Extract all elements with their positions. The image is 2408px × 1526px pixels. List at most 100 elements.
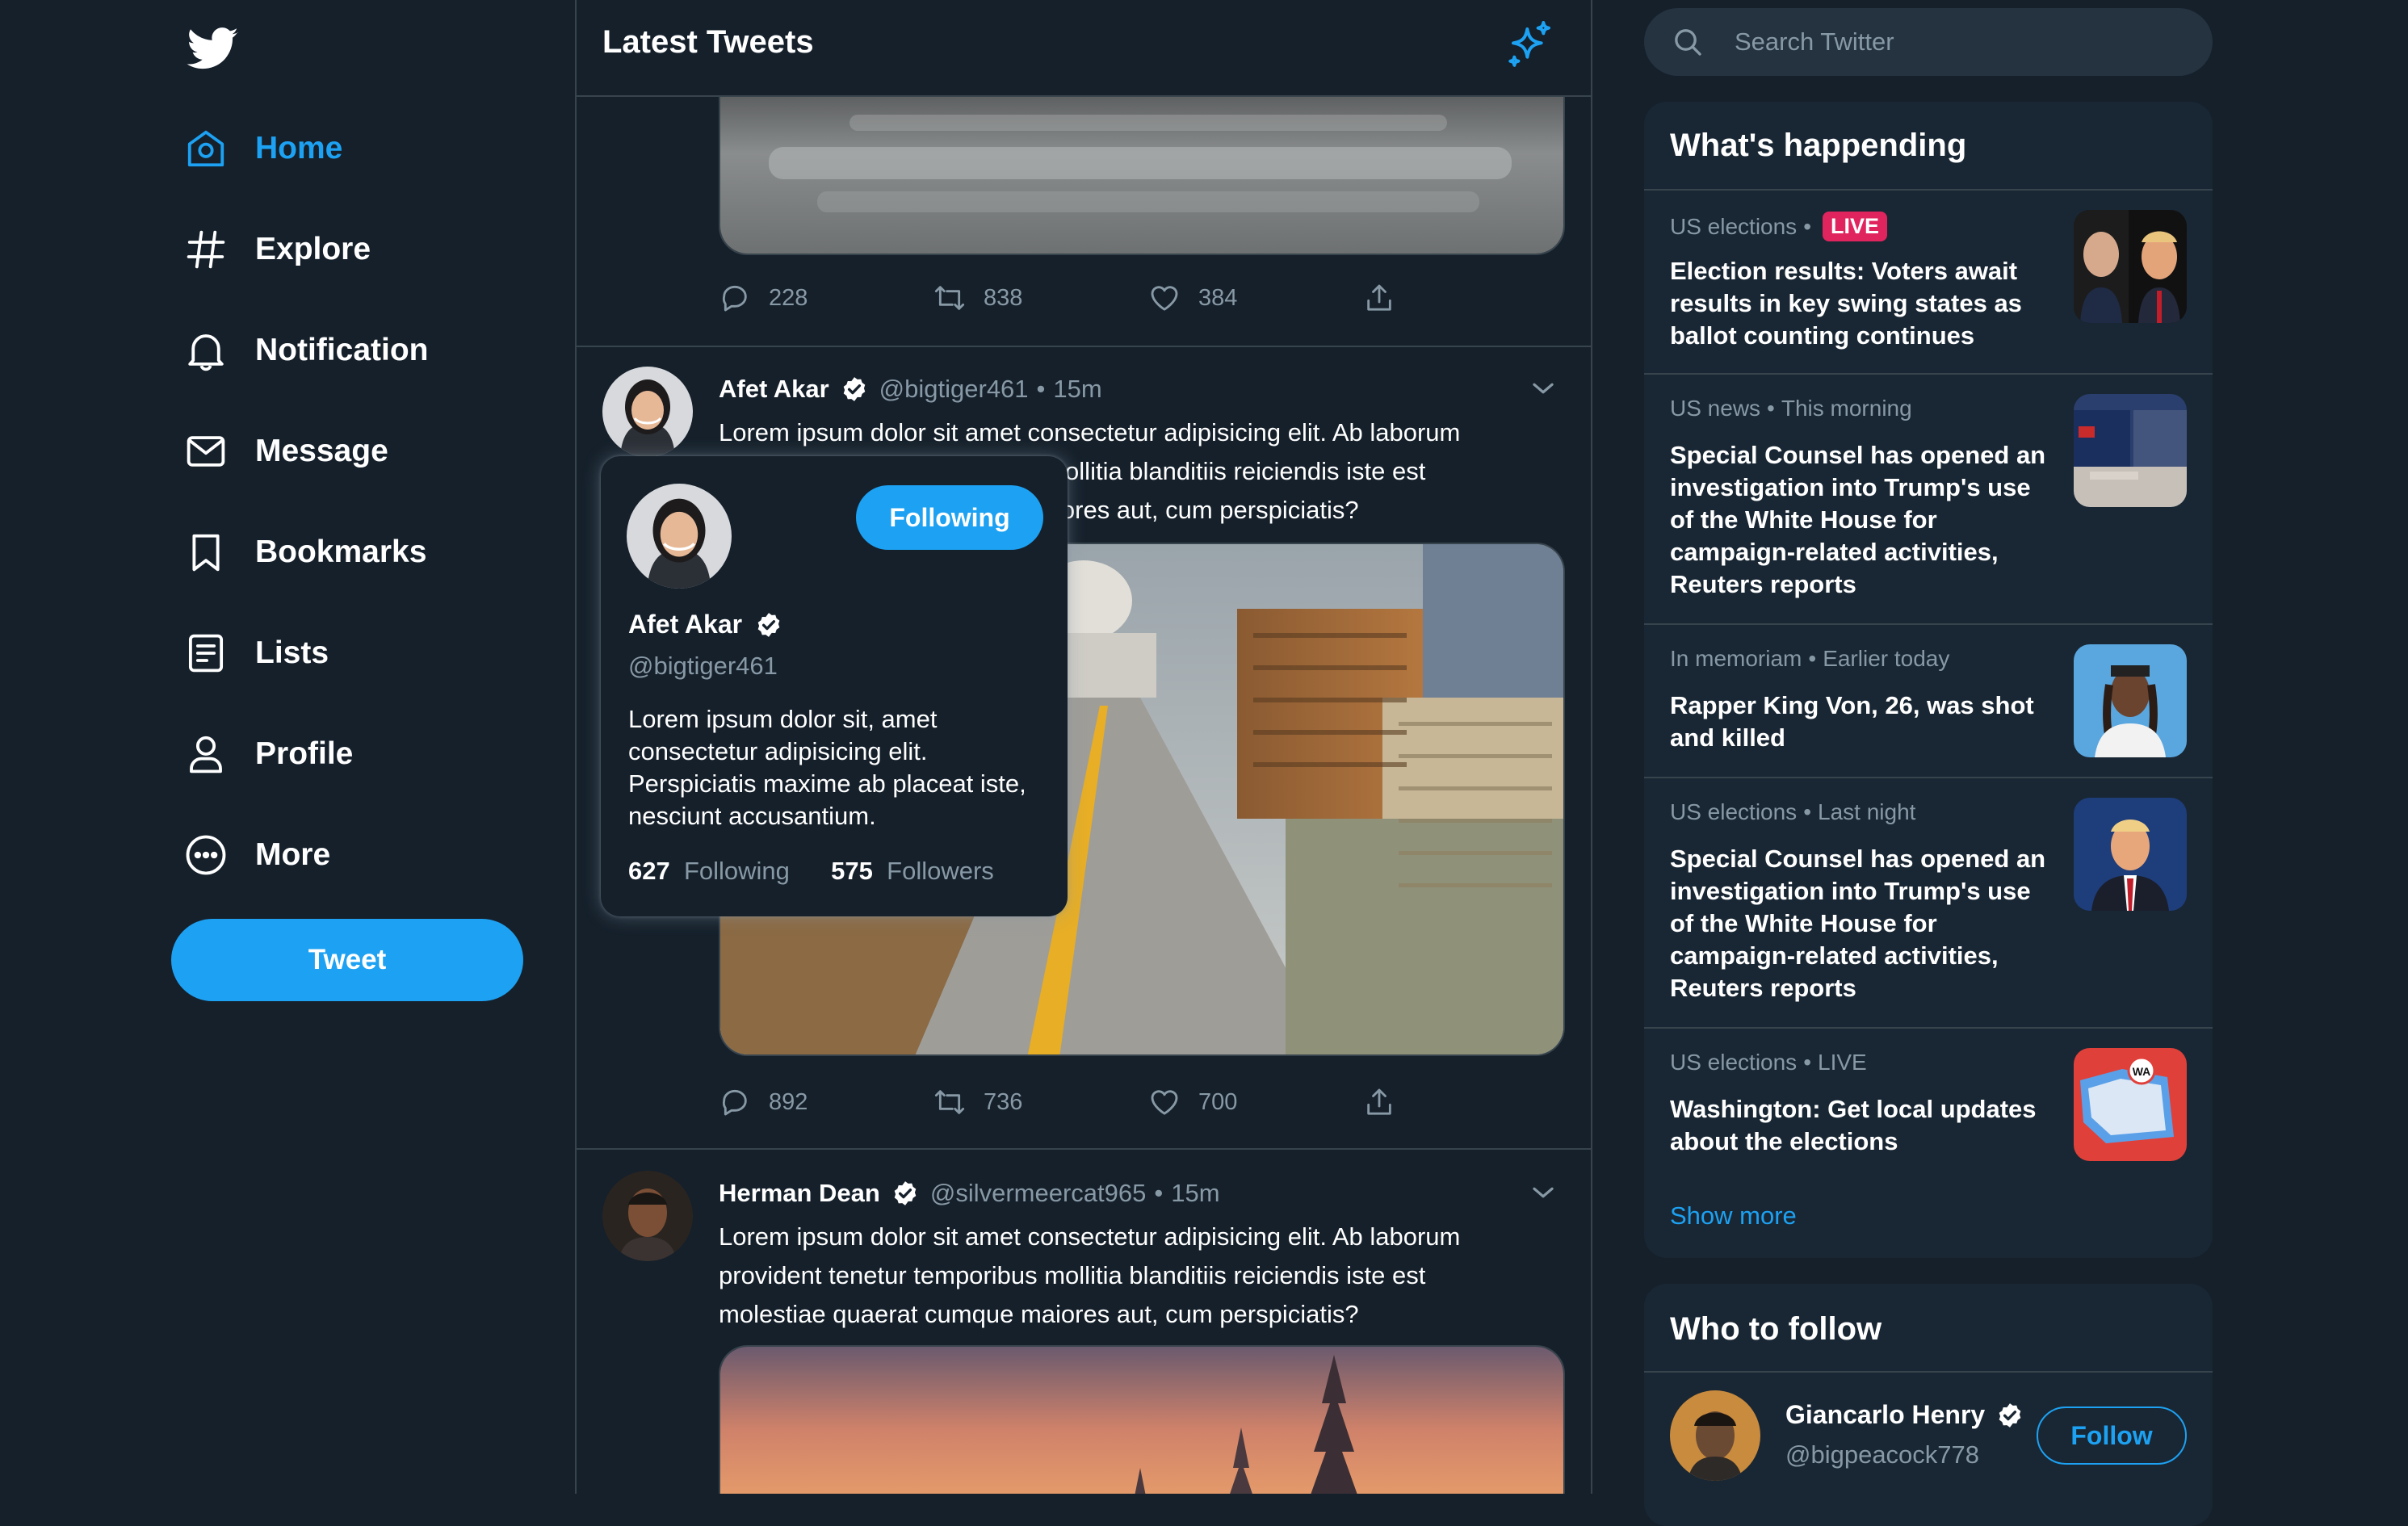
retweet-button[interactable]: 838 (933, 278, 1022, 318)
hover-card-handle[interactable]: @bigtiger461 (628, 652, 778, 681)
trend-item[interactable]: In memoriam • Earlier today Rapper King … (1644, 623, 2213, 777)
like-count: 384 (1198, 284, 1238, 311)
trend-category: US news (1670, 396, 1761, 421)
search-input[interactable] (1733, 27, 2185, 57)
trend-meta: US elections • LIVE (1670, 212, 1888, 241)
heart-icon (1148, 282, 1181, 314)
avatar[interactable] (602, 1171, 693, 1261)
nav-profile-label: Profile (255, 736, 354, 771)
live-badge: LIVE (1823, 212, 1888, 241)
trend-thumbnail (2074, 210, 2187, 323)
search-icon (1672, 26, 1704, 58)
trend-title: Washington: Get local updates about the … (1670, 1095, 2037, 1155)
map-label: WA (2133, 1065, 2151, 1078)
home-icon (184, 127, 228, 170)
trend-meta: In memoriam • Earlier today (1670, 646, 1949, 672)
nav-home[interactable]: Home (184, 115, 342, 182)
profile-hover-card: Following Afet Akar @bigtiger461 Lorem i… (601, 456, 1068, 916)
trend-thumbnail (2074, 798, 2187, 911)
tweet-timestamp[interactable]: 15m (1171, 1179, 1219, 1208)
divider (577, 346, 1591, 347)
who-to-follow-panel: Who to follow Giancarlo Henry @bigpeacoc… (1644, 1284, 2213, 1526)
trend-thumbnail (2074, 394, 2187, 507)
tweet-actions: 892 736 700 (719, 1082, 1391, 1122)
hover-card-stats: 627 Following 575 Followers (628, 857, 994, 886)
trend-meta: US news • This morning (1670, 396, 1912, 421)
retweet-icon (933, 1086, 966, 1118)
nav-notification[interactable]: Notification (184, 317, 428, 384)
verified-icon (841, 375, 868, 403)
wtf-name-row: Giancarlo Henry (1785, 1400, 2035, 1430)
show-more-link[interactable]: Show more (1670, 1201, 1797, 1230)
twitter-bird-icon[interactable] (184, 23, 242, 74)
share-icon (1363, 282, 1395, 314)
who-to-follow-title: Who to follow (1670, 1311, 1882, 1347)
tweet-author-handle[interactable]: @bigtiger461 (879, 375, 1029, 404)
nav-explore[interactable]: Explore (184, 216, 371, 283)
tweet-header: Afet Akar @bigtiger461 • 15m (719, 371, 1102, 407)
following-button[interactable]: Following (856, 485, 1043, 550)
like-button[interactable]: 700 (1148, 1082, 1237, 1122)
separator: • (1803, 799, 1811, 824)
trend-title: Special Counsel has opened an investigat… (1670, 845, 2046, 1002)
suggested-user-handle[interactable]: @bigpeacock778 (1785, 1440, 1979, 1469)
follow-button[interactable]: Follow (2037, 1407, 2187, 1465)
share-button[interactable] (1363, 278, 1413, 318)
retweet-count: 838 (984, 284, 1023, 311)
followers-stat[interactable]: 575 Followers (831, 857, 994, 885)
sparkle-icon[interactable] (1504, 19, 1555, 71)
share-button[interactable] (1363, 1082, 1413, 1122)
trend-category: In memoriam (1670, 646, 1802, 671)
separator: • (1767, 396, 1775, 421)
trend-category: US elections (1670, 799, 1798, 824)
suggested-user-name[interactable]: Giancarlo Henry (1785, 1400, 1985, 1430)
reply-count: 892 (769, 1088, 808, 1115)
nav-lists[interactable]: Lists (184, 619, 329, 687)
reply-count: 228 (769, 284, 808, 311)
nav-bookmarks[interactable]: Bookmarks (184, 518, 426, 586)
hover-card-name[interactable]: Afet Akar (628, 610, 742, 639)
nav-more[interactable]: More (184, 821, 330, 889)
followers-count: 575 (831, 857, 873, 885)
nav-lists-label: Lists (255, 635, 329, 670)
trend-category: US elections (1670, 1050, 1798, 1075)
trend-item[interactable]: US elections • Last night Special Counse… (1644, 777, 2213, 1027)
tweet-author-name[interactable]: Herman Dean (719, 1179, 880, 1208)
tweet-timestamp[interactable]: 15m (1053, 375, 1101, 404)
trend-category: US elections (1670, 213, 1798, 239)
tweet-author-name[interactable]: Afet Akar (719, 375, 829, 404)
chevron-down-icon[interactable] (1528, 1177, 1558, 1208)
reply-button[interactable]: 228 (719, 278, 808, 318)
chevron-down-icon[interactable] (1528, 373, 1558, 404)
trend-item[interactable]: US elections • LIVE Election results: Vo… (1644, 189, 2213, 373)
tweet-button[interactable]: Tweet (171, 919, 523, 1001)
tweet-actions: 228 838 384 (719, 278, 1391, 318)
retweet-button[interactable]: 736 (933, 1082, 1022, 1122)
nav-profile[interactable]: Profile (184, 720, 353, 788)
list-icon (184, 631, 228, 675)
nav-message[interactable]: Message (184, 417, 388, 485)
left-sidebar: Home Explore Notification Message Bookma… (0, 0, 575, 1494)
person-icon (184, 732, 228, 776)
like-count: 700 (1198, 1088, 1238, 1115)
like-button[interactable]: 384 (1148, 278, 1237, 318)
trend-thumbnail: WA (2074, 1048, 2187, 1161)
trend-item[interactable]: US news • This morning Special Counsel h… (1644, 373, 2213, 623)
avatar[interactable] (602, 367, 693, 457)
trend-thumbnail (2074, 644, 2187, 757)
bookmark-icon (184, 530, 228, 574)
trends-title: What's happending (1670, 128, 1967, 163)
reply-button[interactable]: 892 (719, 1082, 808, 1122)
verified-icon (891, 1180, 919, 1207)
tweet-author-handle[interactable]: @silvermeercat965 (930, 1179, 1147, 1208)
trend-item[interactable]: US elections • LIVE Washington: Get loca… (1644, 1027, 2213, 1180)
separator: • (1808, 646, 1817, 671)
following-stat[interactable]: 627 Following (628, 857, 790, 885)
tweet-media-image[interactable] (719, 1345, 1565, 1494)
avatar[interactable] (1670, 1390, 1760, 1481)
hashtag-icon (184, 228, 228, 271)
reply-icon (719, 1086, 751, 1118)
nav-more-label: More (255, 837, 331, 872)
separator: • (1154, 1179, 1164, 1207)
avatar[interactable] (627, 484, 732, 589)
